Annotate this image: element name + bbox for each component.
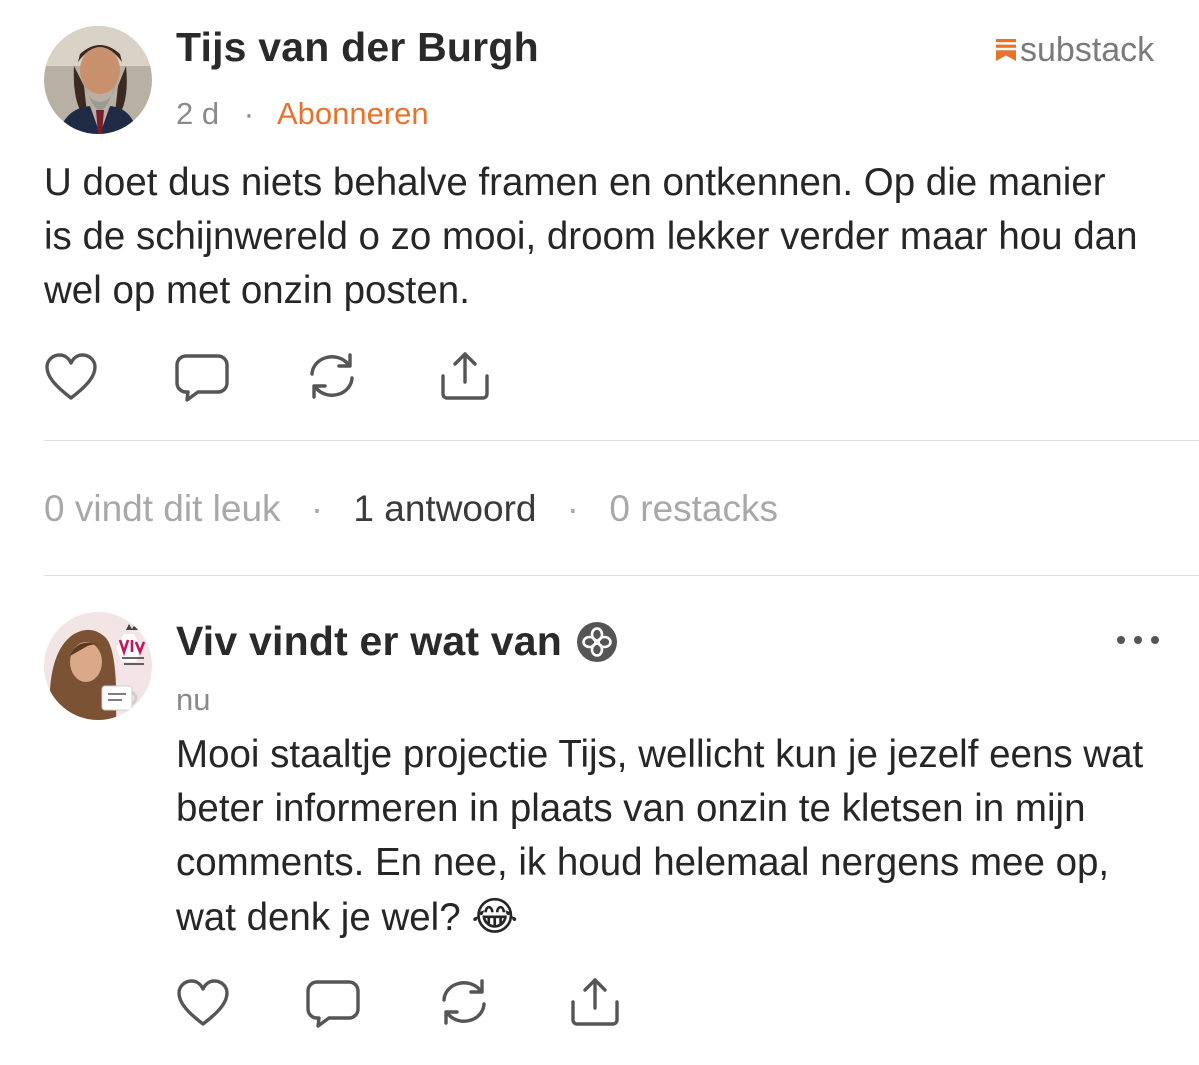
post-meta: 2 d · Abonneren	[176, 96, 429, 132]
restack-icon	[310, 353, 354, 399]
reply-restack-button[interactable]	[436, 976, 492, 1028]
replies-count[interactable]: 1 antwoord	[353, 488, 536, 529]
reply-text-block: Mooi staaltje projectie Tijs, wellicht k…	[176, 728, 1156, 945]
share-icon	[571, 978, 619, 1026]
subscribe-link[interactable]: Abonneren	[277, 96, 429, 131]
heart-icon	[45, 353, 97, 400]
restack-icon	[442, 979, 486, 1025]
substack-icon	[996, 39, 1016, 61]
stats-separator: ·	[566, 488, 580, 529]
share-button[interactable]	[438, 348, 492, 402]
avatar-tijs[interactable]	[44, 26, 152, 134]
post-text: U doet dus niets behalve framen en ontke…	[44, 161, 1138, 312]
reply-comment-button[interactable]	[305, 978, 361, 1030]
comment-button[interactable]	[174, 352, 230, 404]
like-button[interactable]	[44, 352, 98, 402]
divider-top	[44, 440, 1199, 441]
brand-label: substack	[1020, 30, 1155, 69]
comment-icon	[306, 980, 360, 1028]
post-time: 2 d	[176, 96, 220, 131]
post-stats: 0 vindt dit leuk · 1 antwoord · 0 restac…	[44, 488, 778, 530]
restack-button[interactable]	[304, 350, 360, 402]
reply-author-name[interactable]: Viv vindt er wat van	[176, 618, 562, 665]
badge-icon	[576, 621, 618, 663]
heart-icon	[177, 979, 229, 1026]
reply-like-button[interactable]	[176, 978, 230, 1028]
reply-text: Mooi staaltje projectie Tijs, wellicht k…	[176, 733, 1144, 939]
avatar-viv[interactable]	[44, 612, 152, 720]
more-options-button[interactable]	[1114, 630, 1162, 650]
comment-icon	[175, 354, 229, 402]
restacks-count[interactable]: 0 restacks	[609, 488, 778, 529]
stats-separator: ·	[310, 488, 324, 529]
likes-count[interactable]: 0 vindt dit leuk	[44, 488, 281, 529]
substack-logo[interactable]: substack	[996, 30, 1154, 70]
reply-time: nu	[176, 682, 211, 717]
divider-bottom	[44, 575, 1199, 576]
meta-separator: ·	[243, 96, 255, 131]
laughing-emoji: 😂	[471, 895, 519, 939]
reply-share-button[interactable]	[568, 974, 622, 1028]
ellipsis-icon	[1117, 636, 1159, 644]
share-icon	[441, 352, 489, 400]
reply-header: Viv vindt er wat van	[176, 618, 618, 665]
post-author-name[interactable]: Tijs van der Burgh	[176, 24, 539, 71]
